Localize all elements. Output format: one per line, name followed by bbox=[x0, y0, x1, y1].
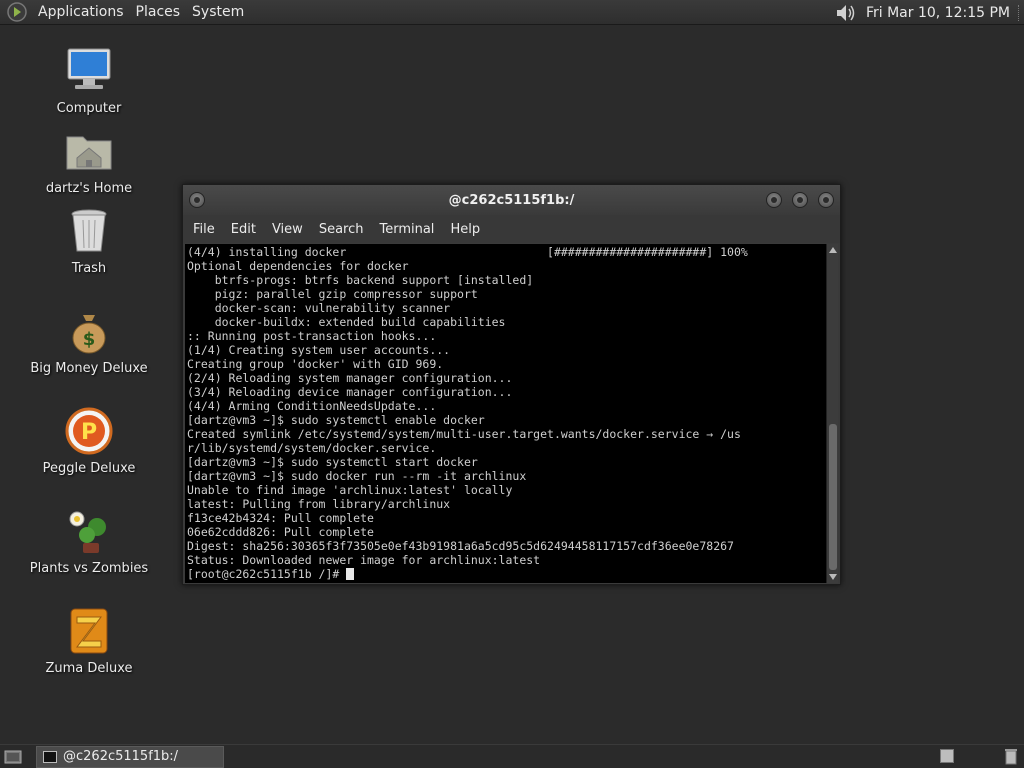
terminal-line: docker-scan: vulnerability scanner bbox=[187, 301, 451, 315]
desktop-icon-home[interactable]: dartz's Home bbox=[14, 125, 164, 196]
gnome-foot-icon[interactable] bbox=[6, 1, 28, 23]
desktop-icon-peggle[interactable]: P Peggle Deluxe bbox=[14, 405, 164, 476]
terminal-line: [dartz@vm3 ~]$ sudo systemctl enable doc… bbox=[187, 413, 485, 427]
close-button[interactable] bbox=[818, 192, 834, 208]
menu-edit[interactable]: Edit bbox=[225, 222, 262, 237]
terminal-line: Unable to find image 'archlinux:latest' … bbox=[187, 483, 513, 497]
terminal-line: [dartz@vm3 ~]$ sudo systemctl start dock… bbox=[187, 455, 478, 469]
window-title: @c262c5115f1b:/ bbox=[448, 192, 575, 208]
home-folder-icon bbox=[66, 136, 112, 170]
menu-terminal[interactable]: Terminal bbox=[373, 222, 440, 237]
menu-search[interactable]: Search bbox=[313, 222, 370, 237]
top-panel: Applications Places System Fri Mar 10, 1… bbox=[0, 0, 1024, 25]
menu-help[interactable]: Help bbox=[444, 222, 486, 237]
panel-grip bbox=[1018, 4, 1021, 21]
trash-icon bbox=[71, 209, 107, 252]
show-desktop-icon[interactable] bbox=[4, 749, 22, 765]
terminal-line: Created symlink /etc/systemd/system/mult… bbox=[187, 427, 741, 441]
terminal-line: pigz: parallel gzip compressor support bbox=[187, 287, 478, 301]
terminal-menubar: File Edit View Search Terminal Help bbox=[183, 215, 840, 243]
speaker-icon[interactable] bbox=[834, 2, 858, 24]
trash-applet-icon[interactable] bbox=[1004, 748, 1018, 765]
menu-file[interactable]: File bbox=[187, 222, 221, 237]
terminal-output[interactable]: (4/4) installing docker [###############… bbox=[185, 244, 826, 583]
terminal-line: (1/4) Creating system user accounts... bbox=[187, 343, 451, 357]
terminal-line: [dartz@vm3 ~]$ sudo docker run --rm -it … bbox=[187, 469, 527, 483]
desktop-icon-label: Plants vs Zombies bbox=[29, 561, 149, 576]
terminal-line: docker-buildx: extended build capabiliti… bbox=[187, 315, 506, 329]
terminal-line: (3/4) Reloading device manager configura… bbox=[187, 385, 513, 399]
window-titlebar[interactable]: @c262c5115f1b:/ bbox=[183, 185, 840, 215]
terminal-line: (2/4) Reloading system manager configura… bbox=[187, 371, 513, 385]
terminal-prompt: [root@c262c5115f1b /]# bbox=[187, 567, 347, 581]
minimize-button[interactable] bbox=[766, 192, 782, 208]
desktop-icon-label: Computer bbox=[56, 101, 122, 116]
terminal-line: :: Running post-transaction hooks... bbox=[187, 329, 437, 343]
system-menu[interactable]: System bbox=[186, 0, 250, 25]
desktop-icon-label: Peggle Deluxe bbox=[42, 461, 136, 476]
taskbar-button-terminal[interactable]: @c262c5115f1b:/ bbox=[36, 745, 224, 768]
scroll-down-arrow-icon[interactable] bbox=[829, 574, 837, 580]
svg-text:P: P bbox=[81, 420, 97, 445]
terminal-line: Creating group 'docker' with GID 969. bbox=[187, 357, 444, 371]
terminal-line: (4/4) Arming ConditionNeedsUpdate... bbox=[187, 399, 437, 413]
menu-view[interactable]: View bbox=[266, 222, 309, 237]
terminal-line: Status: Downloaded newer image for archl… bbox=[187, 553, 541, 567]
top-panel-tray: Fri Mar 10, 12:15 PM bbox=[834, 0, 1024, 25]
monitor-icon bbox=[67, 48, 111, 89]
terminal-line: latest: Pulling from library/archlinux bbox=[187, 497, 451, 511]
peggle-icon: P bbox=[65, 407, 113, 455]
applications-menu[interactable]: Applications bbox=[32, 0, 130, 25]
desktop-icon-computer[interactable]: Computer bbox=[14, 45, 164, 116]
terminal-prompt-line[interactable]: [root@c262c5115f1b /]# bbox=[187, 567, 826, 581]
zuma-icon bbox=[70, 608, 108, 654]
desktop-icon-trash[interactable]: Trash bbox=[14, 205, 164, 276]
scroll-up-arrow-icon[interactable] bbox=[829, 247, 837, 253]
money-bag-icon: $ bbox=[72, 315, 106, 354]
clock[interactable]: Fri Mar 10, 12:15 PM bbox=[866, 5, 1010, 21]
desktop-icon-big-money[interactable]: $ Big Money Deluxe bbox=[14, 305, 164, 376]
places-menu[interactable]: Places bbox=[130, 0, 187, 25]
terminal-line: Digest: sha256:30365f3f73505e0ef43b91981… bbox=[187, 539, 734, 553]
desktop-icon-label: Trash bbox=[71, 261, 107, 276]
scrollbar-thumb[interactable] bbox=[829, 424, 837, 570]
desktop-icon-label: Big Money Deluxe bbox=[30, 361, 148, 376]
terminal-line: 06e62cddd826: Pull complete bbox=[187, 525, 374, 539]
maximize-button[interactable] bbox=[792, 192, 808, 208]
terminal-line: r/lib/systemd/system/docker.service. bbox=[187, 441, 437, 455]
plants-icon bbox=[69, 511, 106, 553]
workspace-switcher[interactable] bbox=[940, 749, 954, 763]
terminal-icon bbox=[43, 750, 57, 763]
terminal-window[interactable]: @c262c5115f1b:/ File Edit View Search Te… bbox=[182, 184, 841, 585]
terminal-cursor bbox=[346, 568, 355, 580]
terminal-line: (4/4) installing docker [###############… bbox=[187, 245, 748, 259]
desktop-icon-label: dartz's Home bbox=[45, 181, 133, 196]
bottom-panel: @c262c5115f1b:/ bbox=[0, 744, 1024, 768]
desktop-icon-plants-vs-zombies[interactable]: Plants vs Zombies bbox=[14, 505, 164, 576]
terminal-scrollbar[interactable] bbox=[826, 244, 838, 583]
terminal-line: btrfs-progs: btrfs backend support [inst… bbox=[187, 273, 534, 287]
terminal-line: Optional dependencies for docker bbox=[187, 259, 409, 273]
desktop-icon-zuma[interactable]: Zuma Deluxe bbox=[14, 605, 164, 676]
svg-text:$: $ bbox=[83, 329, 96, 350]
taskbar-button-label: @c262c5115f1b:/ bbox=[63, 749, 179, 764]
desktop-icon-label: Zuma Deluxe bbox=[45, 661, 133, 676]
terminal-line: f13ce42b4324: Pull complete bbox=[187, 511, 374, 525]
window-menu-button[interactable] bbox=[189, 192, 205, 208]
